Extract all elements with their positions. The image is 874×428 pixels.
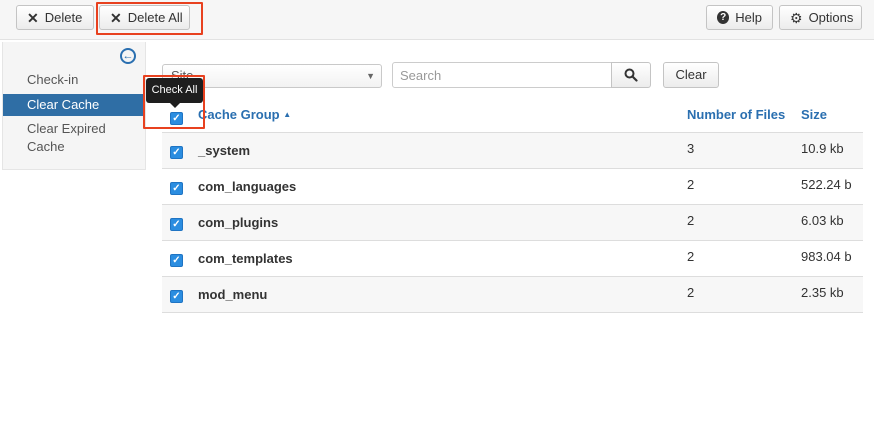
files-cell: 2	[687, 285, 695, 300]
size-cell: 6.03 kb	[801, 213, 844, 228]
row-checkbox[interactable]: ✓	[170, 254, 183, 267]
clear-button[interactable]: Clear	[663, 62, 719, 88]
size-header[interactable]: Size	[801, 97, 827, 133]
sidebar: ← Check-in Clear Cache Clear Expired Cac…	[2, 42, 146, 170]
table-row: ✓ mod_menu 2 2.35 kb	[162, 277, 863, 313]
row-checkbox[interactable]: ✓	[170, 218, 183, 231]
cache-group-cell: com_templates	[198, 251, 293, 266]
delete-button[interactable]: ✕ Delete	[16, 5, 94, 30]
table-row: ✓ com_languages 2 522.24 b	[162, 169, 863, 205]
gear-icon: ⚙	[790, 9, 803, 26]
cache-group-cell: _system	[198, 143, 251, 158]
sidebar-item-label: Clear Expired Cache	[27, 121, 106, 154]
size-cell: 2.35 kb	[801, 285, 844, 300]
delete-button-label: Delete	[44, 10, 83, 25]
files-cell: 2	[687, 177, 695, 192]
sidebar-item-clear-expired-cache[interactable]: Clear Expired Cache	[3, 120, 123, 156]
size-cell: 522.24 b	[801, 177, 852, 192]
files-cell: 3	[687, 141, 695, 156]
check-all-tooltip: Check All	[146, 78, 203, 108]
options-button-label: Options	[808, 10, 854, 25]
chevron-down-icon: ▼	[366, 71, 375, 81]
row-checkbox[interactable]: ✓	[170, 290, 183, 303]
table-row: ✓ com_templates 2 983.04 b	[162, 241, 863, 277]
size-cell: 10.9 kb	[801, 141, 844, 156]
tooltip-text: Check All	[151, 84, 198, 96]
clear-button-label: Clear	[675, 67, 707, 82]
delete-all-highlight	[96, 2, 203, 35]
sidebar-item-check-in[interactable]: Check-in	[3, 71, 145, 89]
table-header: ✓ Cache Group ▲ Number of Files Size	[162, 97, 863, 133]
files-cell: 2	[687, 213, 695, 228]
table-row: ✓ com_plugins 2 6.03 kb	[162, 205, 863, 241]
number-of-files-header-label: Number of Files	[687, 107, 786, 122]
files-cell: 2	[687, 249, 695, 264]
row-checkbox[interactable]: ✓	[170, 182, 183, 195]
options-button[interactable]: ⚙ Options	[779, 5, 862, 30]
number-of-files-header[interactable]: Number of Files	[687, 97, 785, 133]
sidebar-item-label: Check-in	[27, 72, 79, 87]
cache-group-header-label: Cache Group	[198, 107, 280, 122]
cache-group-header[interactable]: Cache Group ▲	[198, 97, 291, 133]
search-input[interactable]	[392, 62, 612, 88]
arrow-left-circle-icon[interactable]: ←	[120, 48, 136, 64]
search-icon	[624, 68, 638, 82]
sort-ascending-icon: ▲	[283, 110, 292, 119]
size-header-label: Size	[801, 107, 828, 122]
cache-group-cell: mod_menu	[198, 287, 268, 302]
help-button-label: Help	[735, 10, 762, 25]
cache-group-cell: com_languages	[198, 179, 297, 194]
search-button[interactable]	[611, 62, 651, 88]
cache-table: ✓ Cache Group ▲ Number of Files Size ✓ _…	[162, 97, 863, 313]
cache-group-cell: com_plugins	[198, 215, 279, 230]
row-checkbox[interactable]: ✓	[170, 146, 183, 159]
sidebar-item-clear-cache[interactable]: Clear Cache	[3, 94, 145, 116]
size-cell: 983.04 b	[801, 249, 852, 264]
help-button[interactable]: ? Help	[706, 5, 773, 30]
sidebar-item-label: Clear Cache	[27, 97, 100, 112]
close-icon: ✕	[27, 9, 39, 26]
help-icon: ?	[717, 11, 730, 24]
table-row: ✓ _system 3 10.9 kb	[162, 133, 863, 169]
